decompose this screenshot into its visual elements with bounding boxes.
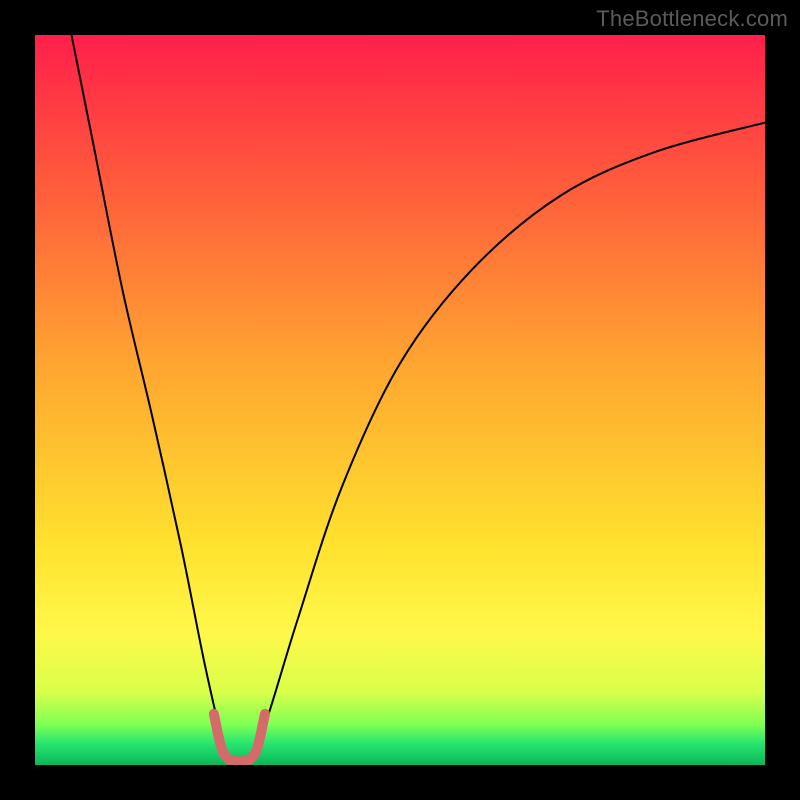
valley-marker (214, 714, 265, 761)
chart-plot (35, 35, 765, 765)
chart-frame (35, 35, 765, 765)
watermark-text: TheBottleneck.com (596, 6, 788, 32)
bottleneck-curve (72, 35, 766, 763)
